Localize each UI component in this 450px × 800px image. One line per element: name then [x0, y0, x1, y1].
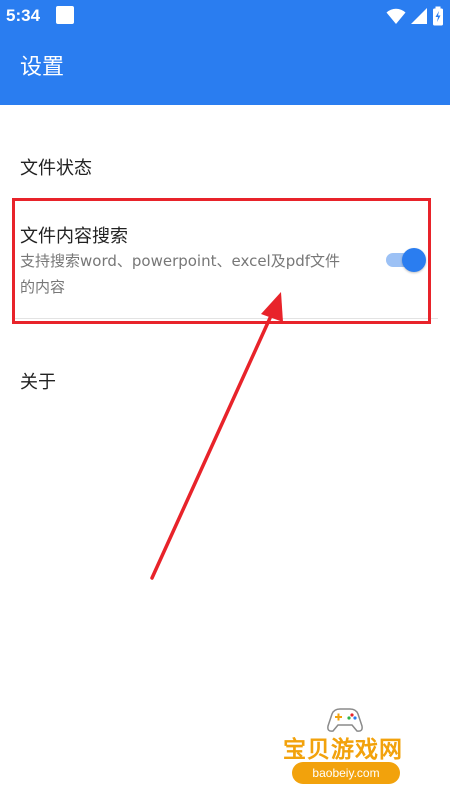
app-bar: 设置	[0, 34, 450, 105]
annotation-arrow	[150, 292, 283, 580]
battery-charging-icon	[433, 6, 443, 26]
wifi-icon	[386, 8, 406, 24]
status-time: 5:34	[6, 6, 41, 25]
watermark: 宝贝游戏网 baobeiy.com	[268, 700, 438, 796]
watermark-url: baobeiy.com	[292, 762, 400, 784]
annotation-highlight-box	[12, 198, 431, 324]
status-icons	[386, 5, 444, 27]
setting-item-about[interactable]: 关于	[20, 368, 56, 394]
watermark-title: 宝贝游戏网	[283, 737, 403, 763]
signal-icon	[411, 8, 427, 24]
notification-icon	[56, 6, 74, 24]
setting-item-file-status[interactable]: 文件状态	[20, 154, 92, 180]
status-bar: 5:34	[0, 0, 450, 34]
page-title: 设置	[20, 55, 65, 80]
